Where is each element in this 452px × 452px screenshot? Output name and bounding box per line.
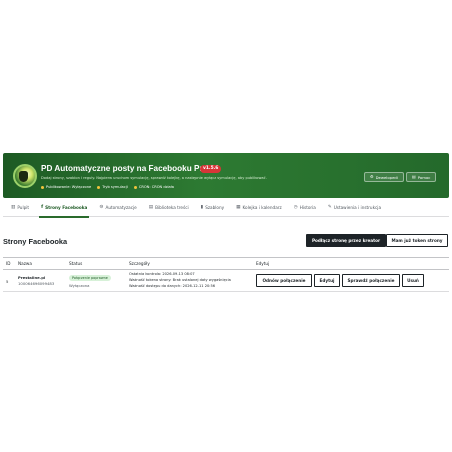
tab-content-library[interactable]: ▤ Biblioteka treści bbox=[149, 198, 189, 217]
tab-history[interactable]: ◷ Historia bbox=[294, 198, 316, 217]
library-icon: ▤ bbox=[148, 204, 154, 210]
tab-settings[interactable]: ✎ Ustawienia i instrukcja bbox=[328, 198, 381, 217]
publishing-status: Publikowanie: Wyłączone bbox=[41, 185, 91, 189]
version-badge: v1.5.6 bbox=[200, 165, 222, 173]
connect-page-button[interactable]: Podłącz stronę przez kreator bbox=[306, 234, 386, 247]
page-title: PD Automatyczne posty na Facebooku Pro bbox=[41, 164, 208, 173]
plugin-description: Dodaj strony, szablon i reguły. Najpierw… bbox=[41, 176, 267, 180]
column-details: Szczegóły bbox=[129, 261, 150, 266]
tab-automations[interactable]: ⚙ Automatyzacje bbox=[99, 198, 136, 217]
status-badge: Połączenie poprawne bbox=[69, 275, 111, 281]
column-status: Status bbox=[69, 261, 83, 266]
check-connection-button[interactable]: Sprawdź połączenie bbox=[342, 274, 400, 287]
status-sub: Wyłączona bbox=[69, 283, 90, 288]
column-edit: Edytuj bbox=[256, 261, 270, 266]
cron-status: CRON: CRON działa bbox=[133, 185, 174, 189]
facebook-icon: f bbox=[41, 204, 44, 210]
tab-bar: ▥ Pulpit f Strony Facebooka ⚙ Automatyza… bbox=[3, 198, 449, 218]
tab-queue-calendar[interactable]: ▦ Kolejka i kalendarz bbox=[236, 198, 282, 217]
row-id: 5 bbox=[6, 279, 9, 284]
have-token-button[interactable]: Mam już token strony bbox=[386, 234, 448, 247]
detail-token-validity: Ważność tokena strony: Brak ustalonej da… bbox=[129, 278, 231, 282]
column-id: ID bbox=[6, 261, 11, 266]
delete-button[interactable]: Usuń bbox=[402, 274, 424, 287]
pages-table: ID Nazwa Status Szczegóły Edytuj 5 Prest… bbox=[3, 257, 449, 292]
section-title: Strony Facebooka bbox=[3, 237, 68, 246]
refresh-connection-button[interactable]: Odnów połączenie bbox=[256, 274, 312, 287]
status-dot-icon bbox=[41, 185, 44, 189]
detail-last-check: Ostatnia kontrola: 2026-09-13 08:07 bbox=[129, 272, 195, 276]
tab-dashboard[interactable]: ▥ Pulpit bbox=[11, 198, 29, 217]
plugin-logo-icon bbox=[13, 164, 37, 188]
chart-icon: ▥ bbox=[11, 204, 16, 210]
clock-icon: ◷ bbox=[293, 204, 298, 210]
template-icon: ▮ bbox=[200, 204, 204, 210]
help-button[interactable]: ▤ Pomoc bbox=[406, 172, 437, 182]
developer-button[interactable]: ⚙ Dewelopedi bbox=[364, 172, 404, 182]
detail-data-access: Ważność dostępu do danych: 2026-12-11 20… bbox=[129, 284, 216, 288]
simulation-status: Tryb symulacji bbox=[97, 185, 128, 189]
gear-icon: ⚙ bbox=[370, 174, 374, 179]
status-dot-icon bbox=[133, 185, 137, 189]
calendar-icon: ▦ bbox=[236, 204, 241, 210]
tab-templates[interactable]: ▮ Szablony bbox=[201, 198, 224, 217]
book-icon: ▤ bbox=[412, 174, 416, 179]
status-meta: Publikowanie: Wyłączone Tryb symulacji C… bbox=[41, 185, 174, 189]
table-row: 5 Prestaline.pl 100064696099483 Połączen… bbox=[3, 270, 449, 292]
gears-icon: ⚙ bbox=[99, 204, 104, 210]
table-header: ID Nazwa Status Szczegóły Edytuj bbox=[3, 258, 449, 270]
status-dot-icon bbox=[97, 185, 101, 189]
wrench-icon: ✎ bbox=[327, 204, 332, 210]
tab-facebook-pages[interactable]: f Strony Facebooka bbox=[39, 198, 90, 218]
column-name: Nazwa bbox=[18, 261, 32, 266]
edit-button[interactable]: Edytuj bbox=[314, 274, 340, 287]
page-name: Prestaline.pl bbox=[18, 275, 46, 280]
page-id: 100064696099483 bbox=[18, 281, 55, 286]
